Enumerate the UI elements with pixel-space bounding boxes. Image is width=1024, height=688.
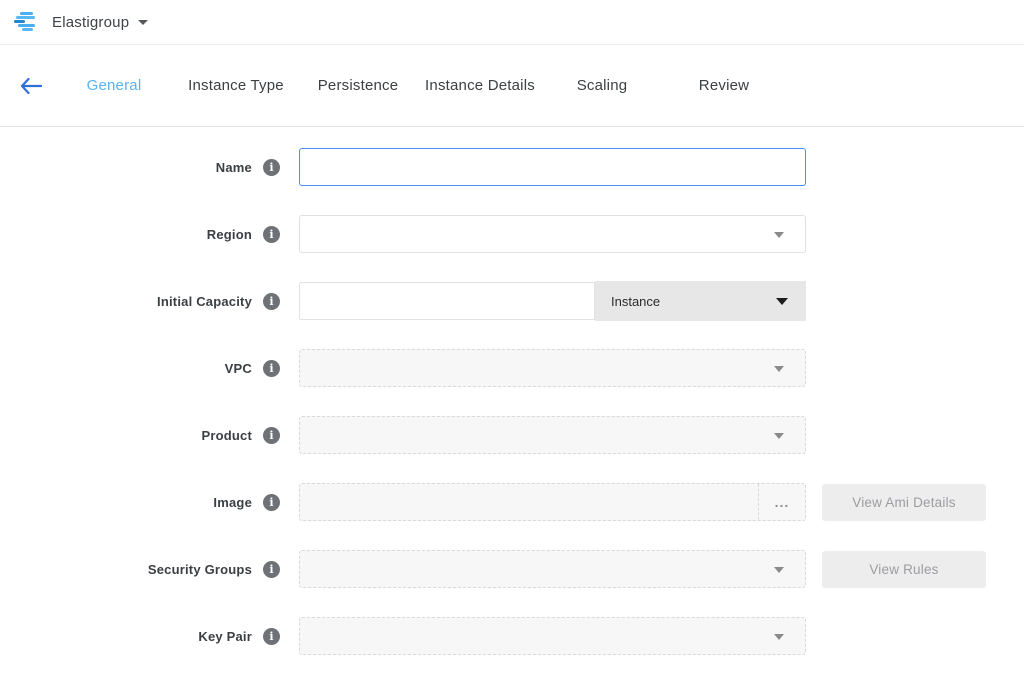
tab-scaling[interactable]: Scaling (541, 77, 663, 94)
tab-instance-details[interactable]: Instance Details (419, 77, 541, 94)
key-pair-select (299, 617, 806, 655)
back-button[interactable] (18, 73, 44, 99)
region-label: Region (0, 227, 252, 242)
region-info-icon[interactable]: i (263, 226, 280, 243)
general-settings-form: Name i Region i Initial Capacity i Insta… (0, 127, 1024, 655)
form-row-region: Region i (0, 215, 1024, 253)
form-row-name: Name i (0, 148, 1024, 186)
wizard-tabs: General Instance Type Persistence Instan… (53, 77, 785, 94)
name-label: Name (0, 160, 252, 175)
product-info-icon[interactable]: i (263, 427, 280, 444)
name-input[interactable] (299, 148, 806, 186)
tab-persistence[interactable]: Persistence (297, 77, 419, 94)
top-bar: Elastigroup (0, 0, 1024, 45)
tab-instance-type[interactable]: Instance Type (175, 77, 297, 94)
caret-down-icon (774, 567, 784, 573)
security-groups-info-icon[interactable]: i (263, 561, 280, 578)
tab-general[interactable]: General (53, 77, 175, 94)
form-row-initial-capacity: Initial Capacity i Instance (0, 282, 1024, 320)
form-row-product: Product i (0, 416, 1024, 454)
product-select (299, 416, 806, 454)
form-row-security-groups: Security Groups i View Rules (0, 550, 1024, 588)
back-arrow-icon (20, 78, 42, 94)
image-input: ... (299, 483, 806, 521)
initial-capacity-info-icon[interactable]: i (263, 293, 280, 310)
capacity-unit-select[interactable]: Instance (595, 281, 806, 321)
form-row-vpc: VPC i (0, 349, 1024, 387)
caret-down-icon (776, 298, 788, 305)
vpc-label: VPC (0, 361, 252, 376)
initial-capacity-input[interactable] (299, 282, 595, 320)
app-title[interactable]: Elastigroup (52, 14, 129, 31)
form-row-key-pair: Key Pair i (0, 617, 1024, 655)
elastigroup-logo-icon (14, 11, 40, 33)
tab-review[interactable]: Review (663, 77, 785, 94)
caret-down-icon (774, 634, 784, 640)
app-title-caret-down-icon[interactable] (138, 20, 148, 25)
image-browse-button: ... (758, 484, 805, 520)
view-ami-details-button[interactable]: View Ami Details (822, 484, 986, 521)
product-label: Product (0, 428, 252, 443)
capacity-unit-value: Instance (611, 294, 660, 309)
name-info-icon[interactable]: i (263, 159, 280, 176)
wizard-tab-bar: General Instance Type Persistence Instan… (0, 45, 1024, 127)
vpc-info-icon[interactable]: i (263, 360, 280, 377)
caret-down-icon (774, 366, 784, 372)
view-rules-button[interactable]: View Rules (822, 551, 986, 588)
caret-down-icon (774, 232, 784, 238)
key-pair-label: Key Pair (0, 629, 252, 644)
key-pair-info-icon[interactable]: i (263, 628, 280, 645)
region-select[interactable] (299, 215, 806, 253)
initial-capacity-label: Initial Capacity (0, 294, 252, 309)
image-info-icon[interactable]: i (263, 494, 280, 511)
security-groups-label: Security Groups (0, 562, 252, 577)
caret-down-icon (774, 433, 784, 439)
security-groups-select (299, 550, 806, 588)
form-row-image: Image i ... View Ami Details (0, 483, 1024, 521)
image-label: Image (0, 495, 252, 510)
vpc-select (299, 349, 806, 387)
